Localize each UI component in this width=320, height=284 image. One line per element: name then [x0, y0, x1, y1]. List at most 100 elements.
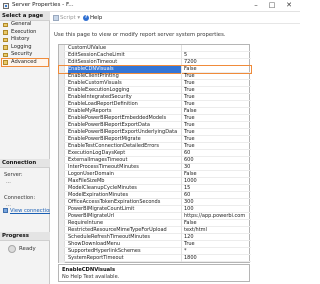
property-value[interactable]: text/html: [184, 227, 249, 234]
property-name: EditSessionTimeout: [68, 59, 182, 66]
property-row[interactable]: SystemReportTimeout 1800: [59, 255, 251, 262]
property-value[interactable]: True: [184, 87, 249, 94]
property-row[interactable]: EnablePowerBIReportExportData True: [59, 122, 251, 129]
property-value[interactable]: True: [184, 94, 249, 101]
property-value[interactable]: True: [184, 143, 249, 150]
property-row[interactable]: EnableIntegratedSecurity True: [59, 94, 251, 101]
close-button[interactable]: ✕: [283, 1, 295, 10]
property-value[interactable]: False: [184, 220, 249, 227]
property-row[interactable]: EnableTestConnectionDetailedErrors True: [59, 143, 251, 150]
property-row[interactable]: LogonUserDomain False: [59, 171, 251, 178]
property-row[interactable]: InterProcessTimeoutMinutes 30: [59, 164, 251, 171]
property-row[interactable]: EnableCDNVisuals False: [58, 65, 252, 74]
server-value: ...: [6, 179, 11, 185]
property-row[interactable]: EnablePowerBIReportMigrate True: [59, 136, 251, 143]
property-row[interactable]: RequireIntune False: [59, 220, 251, 227]
property-row[interactable]: PowerBIMigrateUrl https://app.powerbi.com: [59, 213, 251, 220]
property-value[interactable]: False: [184, 108, 249, 115]
property-value[interactable]: [184, 45, 249, 52]
property-row[interactable]: RestrictedResourceMimeTypeForUpload text/…: [59, 227, 251, 234]
property-name: EnableIntegratedSecurity: [68, 94, 182, 101]
property-row[interactable]: EnableCustomVisuals True: [59, 80, 251, 87]
property-value[interactable]: False: [184, 66, 249, 73]
nav-item-logging[interactable]: Logging: [2, 44, 48, 52]
property-value[interactable]: 60: [184, 150, 249, 157]
property-row[interactable]: EnableLoadReportDefinition True: [59, 101, 251, 108]
property-row[interactable]: ModelExpirationMinutes 60: [59, 192, 251, 199]
property-row[interactable]: ExternalImagesTimeout 600: [59, 157, 251, 164]
nav-item-execution[interactable]: Execution: [2, 29, 48, 37]
property-value[interactable]: True: [184, 122, 249, 129]
property-row[interactable]: EnableClientPrinting True: [59, 73, 251, 80]
property-row[interactable]: CustomUIValue: [59, 45, 251, 52]
maximize-button[interactable]: □: [266, 1, 278, 10]
property-value[interactable]: 5: [184, 52, 249, 59]
page-icon: [3, 60, 8, 65]
property-row[interactable]: OfficeAccessTokenExpirationSeconds 300: [59, 199, 251, 206]
property-row[interactable]: ModelCleanupCycleMinutes 15: [59, 185, 251, 192]
help-label: Help: [90, 15, 103, 21]
property-value[interactable]: 1000: [184, 178, 249, 185]
property-name: LogonUserDomain: [68, 171, 182, 178]
property-grid[interactable]: CustomUIValue EditSessionCacheLimit 5 EditS…: [58, 44, 252, 263]
property-value[interactable]: 1800: [184, 255, 249, 262]
window-title: Server Properties - F...: [12, 2, 74, 8]
page-icon: [3, 30, 8, 35]
property-value[interactable]: 100: [184, 206, 249, 213]
page-icon: [3, 22, 8, 27]
property-value[interactable]: True: [184, 129, 249, 136]
property-name: PowerBIMigrateUrl: [68, 213, 182, 220]
property-row[interactable]: EnablePowerBIReportExportUnderlyingData T…: [59, 129, 251, 136]
property-value[interactable]: True: [184, 241, 249, 248]
property-row[interactable]: ScheduleRefreshTimeoutMinutes 120: [59, 234, 251, 241]
property-value[interactable]: 120: [184, 234, 249, 241]
nav-item-label: History: [11, 36, 30, 42]
property-value[interactable]: True: [184, 73, 249, 80]
property-row[interactable]: EnableExecutionLogging True: [59, 87, 251, 94]
nav-item-security[interactable]: Security: [2, 51, 48, 59]
script-button[interactable]: Script ▾: [53, 14, 80, 22]
help-button[interactable]: ? Help: [83, 14, 102, 22]
property-value[interactable]: True: [184, 101, 249, 108]
property-name: ModelCleanupCycleMinutes: [68, 185, 182, 192]
property-row[interactable]: SupportedHyperlinkSchemes *: [59, 248, 251, 255]
property-row[interactable]: PowerBIMigrateCountLimit 100: [59, 206, 251, 213]
property-row[interactable]: EnablePowerBIReportEmbeddedModels True: [59, 115, 251, 122]
property-row[interactable]: ExecutionLogDaysKept 60: [59, 150, 251, 157]
property-name: CustomUIValue: [68, 45, 182, 52]
property-name: ExecutionLogDaysKept: [68, 150, 182, 157]
property-name: EnableMyReports: [68, 108, 182, 115]
property-row[interactable]: EnableMyReports False: [59, 108, 251, 115]
toolbar: Script ▾ ? Help: [50, 12, 300, 24]
property-value[interactable]: True: [184, 115, 249, 122]
property-value[interactable]: *: [184, 248, 249, 255]
progress-status: Ready: [19, 246, 36, 252]
nav-item-history[interactable]: History: [2, 36, 48, 44]
property-name: PowerBIMigrateCountLimit: [68, 206, 182, 213]
property-name: ScheduleRefreshTimeoutMinutes: [68, 234, 182, 241]
property-value[interactable]: 7200: [184, 59, 249, 66]
nav-item-general[interactable]: General: [2, 21, 48, 29]
property-value[interactable]: False: [184, 171, 249, 178]
property-value[interactable]: 15: [184, 185, 249, 192]
properties-icon: [3, 208, 8, 213]
property-value[interactable]: 30: [184, 164, 249, 171]
server-label: Server:: [4, 172, 23, 178]
property-value[interactable]: 60: [184, 192, 249, 199]
property-value[interactable]: True: [184, 80, 249, 87]
nav-item-label: Logging: [11, 43, 32, 50]
property-value[interactable]: True: [184, 136, 249, 143]
property-row[interactable]: ShowDownloadMenu True: [59, 241, 251, 248]
nav-item-advanced[interactable]: Advanced: [1, 57, 49, 67]
property-name: EnableCustomVisuals: [68, 80, 182, 87]
minimize-button[interactable]: –: [250, 1, 262, 10]
property-value[interactable]: 600: [184, 157, 249, 164]
property-value[interactable]: https://app.powerbi.com: [184, 213, 249, 220]
property-value[interactable]: 300: [184, 199, 249, 206]
property-name: RequireIntune: [68, 220, 182, 227]
page-icon: [3, 37, 8, 42]
property-row[interactable]: EditSessionTimeout 7200: [59, 59, 251, 66]
property-row[interactable]: MaxFileSizeMb 1000: [59, 178, 251, 185]
connection-label: Connection:: [4, 195, 36, 201]
property-row[interactable]: EditSessionCacheLimit 5: [59, 52, 251, 59]
